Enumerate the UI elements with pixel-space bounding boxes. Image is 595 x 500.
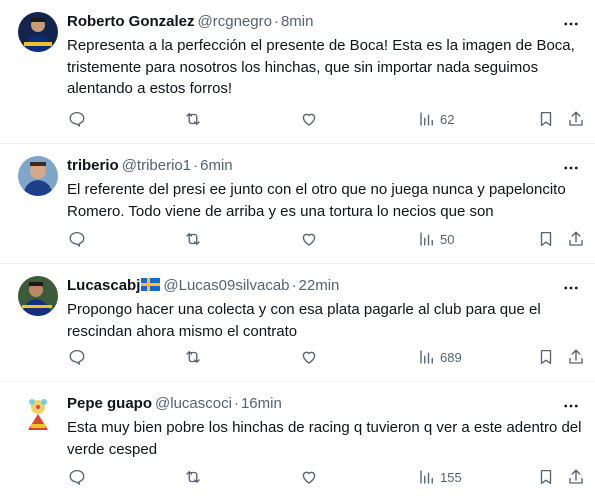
heart-icon bbox=[302, 113, 316, 126]
retweet-icon bbox=[186, 233, 200, 245]
avatar[interactable] bbox=[18, 156, 58, 196]
views-button[interactable]: 50 bbox=[418, 227, 454, 251]
tweet-text: Propongo hacer una colecta y con esa pla… bbox=[67, 301, 541, 340]
author-handle[interactable]: @rcgnegro bbox=[198, 13, 272, 30]
timestamp[interactable]: 6min bbox=[200, 157, 233, 174]
views-chart-icon bbox=[420, 112, 433, 126]
reply-icon bbox=[69, 111, 85, 127]
views-count: 155 bbox=[440, 469, 462, 485]
share-icon bbox=[569, 231, 583, 246]
author-name[interactable]: triberio bbox=[67, 157, 119, 174]
heart-icon bbox=[302, 351, 316, 364]
like-button[interactable] bbox=[300, 227, 318, 251]
views-count: 50 bbox=[440, 231, 455, 247]
views-chart-icon bbox=[420, 232, 433, 246]
tweet-header: Lucascabj @Lucas09silvacab · 22min bbox=[67, 276, 339, 296]
share-icon bbox=[569, 111, 583, 126]
tweet-text: Representa a la perfección el presente d… bbox=[67, 37, 575, 97]
more-icon[interactable] bbox=[561, 396, 581, 416]
bookmark-icon bbox=[540, 231, 552, 247]
avatar[interactable] bbox=[18, 276, 58, 316]
views-count: 62 bbox=[440, 111, 455, 127]
bookmark-icon bbox=[540, 349, 552, 365]
timestamp[interactable]: 16min bbox=[241, 395, 282, 412]
bookmark-button[interactable] bbox=[537, 227, 555, 251]
bookmark-icon bbox=[540, 111, 552, 127]
views-chart-icon bbox=[420, 470, 433, 484]
reply-icon bbox=[69, 349, 85, 365]
share-button[interactable] bbox=[567, 107, 585, 131]
reply-icon bbox=[69, 469, 85, 485]
tweet-item[interactable]: triberio @triberio1 · 6min El referente del… bbox=[0, 144, 595, 264]
tweet-actions: 50 bbox=[60, 227, 590, 251]
separator-dot: · bbox=[273, 13, 279, 30]
views-button[interactable]: 155 bbox=[418, 465, 462, 489]
share-button[interactable] bbox=[567, 345, 585, 369]
reply-button[interactable] bbox=[68, 345, 86, 369]
share-button[interactable] bbox=[567, 227, 585, 251]
views-count: 689 bbox=[440, 349, 462, 365]
bookmark-button[interactable] bbox=[537, 107, 555, 131]
bookmark-button[interactable] bbox=[537, 345, 555, 369]
timestamp[interactable]: 22min bbox=[299, 277, 340, 294]
swedish-flag-emoji bbox=[141, 278, 161, 291]
tweet-item[interactable]: Pepe guapo @lucascoci · 16min Esta muy bien… bbox=[0, 382, 595, 500]
separator-dot: · bbox=[193, 157, 199, 174]
share-button[interactable] bbox=[567, 465, 585, 489]
timestamp[interactable]: 8min bbox=[281, 13, 314, 30]
more-icon[interactable] bbox=[561, 14, 581, 34]
author-handle[interactable]: @lucascoci bbox=[155, 395, 232, 412]
like-button[interactable] bbox=[300, 107, 318, 131]
tweet-text: El referente del presi ee junto con el o… bbox=[67, 181, 566, 220]
heart-icon bbox=[302, 471, 316, 484]
like-button[interactable] bbox=[300, 465, 318, 489]
tweet-header: Pepe guapo @lucascoci · 16min bbox=[67, 394, 282, 414]
separator-dot: · bbox=[233, 395, 239, 412]
retweet-icon bbox=[186, 113, 200, 125]
avatar[interactable] bbox=[18, 394, 58, 434]
bookmark-button[interactable] bbox=[537, 465, 555, 489]
retweet-button[interactable] bbox=[184, 465, 202, 489]
tweet-actions: 689 bbox=[60, 345, 590, 369]
author-name[interactable]: Pepe guapo bbox=[67, 395, 152, 412]
heart-icon bbox=[302, 233, 316, 246]
tweet-header: triberio @triberio1 · 6min bbox=[67, 156, 233, 176]
reply-icon bbox=[69, 231, 85, 247]
author-name[interactable]: Lucascabj bbox=[67, 277, 140, 294]
tweet-item[interactable]: Roberto Gonzalez @rcgnegro · 8min Represent… bbox=[0, 0, 595, 144]
views-button[interactable]: 689 bbox=[418, 345, 462, 369]
retweet-button[interactable] bbox=[184, 107, 202, 131]
tweet-header: Roberto Gonzalez @rcgnegro · 8min bbox=[67, 12, 313, 32]
replies-feed: Roberto Gonzalez @rcgnegro · 8min Represent… bbox=[0, 0, 595, 500]
views-button[interactable]: 62 bbox=[418, 107, 454, 131]
tweet-actions: 155 bbox=[60, 465, 590, 489]
separator-dot: · bbox=[291, 277, 297, 294]
tweet-item[interactable]: Lucascabj @Lucas09silvacab · 22min Propongo… bbox=[0, 264, 595, 382]
bookmark-icon bbox=[540, 469, 552, 485]
reply-button[interactable] bbox=[68, 227, 86, 251]
author-handle[interactable]: @Lucas09silvacab bbox=[163, 277, 289, 294]
share-icon bbox=[569, 349, 583, 364]
retweet-icon bbox=[186, 471, 200, 483]
author-handle[interactable]: @triberio1 bbox=[122, 157, 191, 174]
views-chart-icon bbox=[420, 350, 433, 364]
reply-button[interactable] bbox=[68, 107, 86, 131]
author-name[interactable]: Roberto Gonzalez bbox=[67, 13, 195, 30]
retweet-button[interactable] bbox=[184, 227, 202, 251]
retweet-icon bbox=[186, 351, 200, 363]
more-icon[interactable] bbox=[561, 278, 581, 298]
reply-button[interactable] bbox=[68, 465, 86, 489]
more-icon[interactable] bbox=[561, 158, 581, 178]
retweet-button[interactable] bbox=[184, 345, 202, 369]
tweet-text: Esta muy bien pobre los hinchas de racin… bbox=[67, 419, 582, 458]
tweet-actions: 62 bbox=[60, 107, 590, 131]
share-icon bbox=[569, 469, 583, 484]
like-button[interactable] bbox=[300, 345, 318, 369]
avatar[interactable] bbox=[18, 12, 58, 52]
